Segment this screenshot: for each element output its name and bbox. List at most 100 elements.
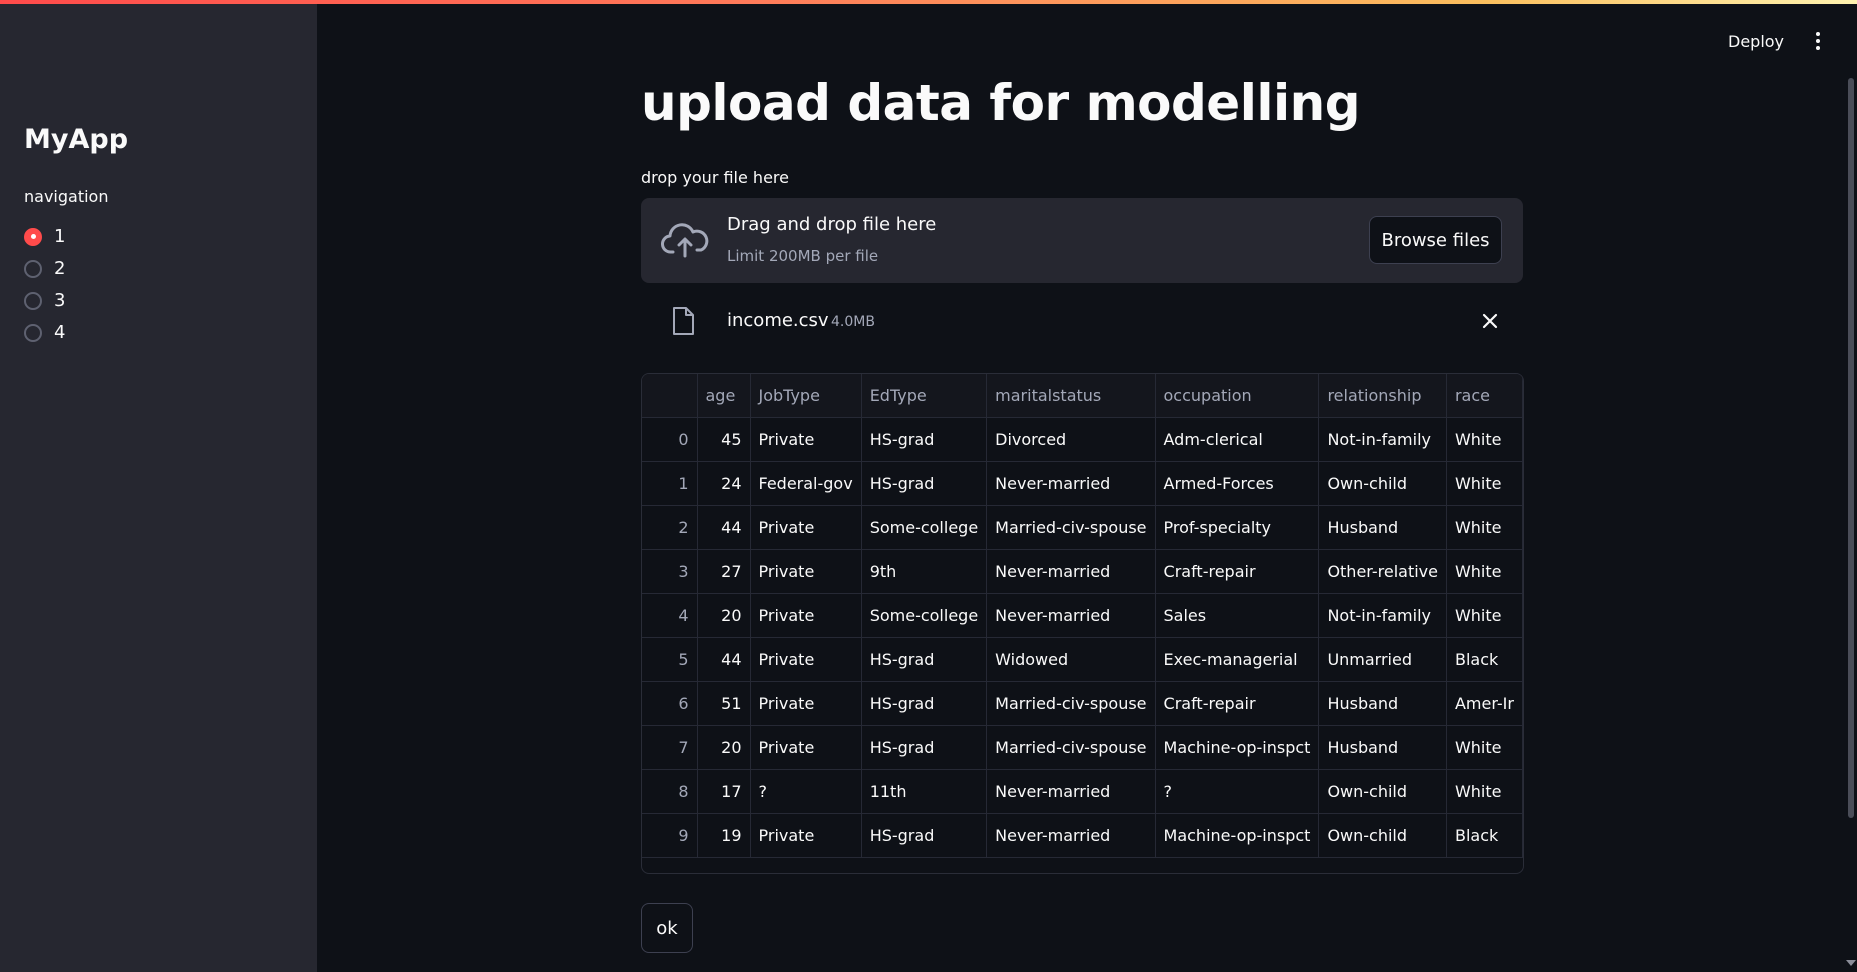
row-index-cell[interactable]: 5 (642, 637, 698, 682)
table-cell[interactable]: White (1445, 417, 1523, 462)
table-cell[interactable]: Adm-clerical (1154, 417, 1320, 462)
row-index-cell[interactable]: 2 (642, 505, 698, 550)
table-cell[interactable]: ? (1154, 769, 1320, 814)
table-row[interactable]: 5 44 Private HS-grad Widowed Exec-managerial U… (642, 637, 1523, 682)
table-cell[interactable]: Sales (1154, 593, 1320, 638)
table-row[interactable]: 0 45 Private HS-grad Divorced Adm-clerical Not… (642, 417, 1523, 462)
table-cell[interactable]: Amer-Ir (1445, 681, 1523, 726)
table-cell[interactable]: Husband (1318, 681, 1447, 726)
table-cell[interactable]: White (1445, 725, 1523, 770)
table-cell[interactable]: Private (749, 417, 862, 462)
table-cell[interactable]: 44 (696, 637, 751, 682)
browse-files-button[interactable]: Browse files (1369, 216, 1502, 264)
table-cell[interactable]: Private (749, 549, 862, 594)
table-row[interactable]: 8 17? 11th Never-married? Own-child White (642, 769, 1523, 814)
table-cell[interactable]: Own-child (1318, 813, 1447, 858)
table-cell[interactable]: Craft-repair (1154, 681, 1320, 726)
kebab-menu-icon[interactable] (1812, 30, 1824, 54)
table-cell[interactable]: HS-grad (860, 637, 988, 682)
table-cell[interactable]: Never-married (986, 769, 1156, 814)
nav-radio-option-4[interactable]: 4 (24, 322, 65, 343)
table-row[interactable]: 4 20 Private Some-college Never-married Sales… (642, 593, 1523, 638)
column-header[interactable]: age (696, 374, 751, 418)
data-table[interactable]: age JobType EdType maritalstatus occupation r… (641, 373, 1524, 874)
table-cell[interactable]: Husband (1318, 505, 1447, 550)
column-header[interactable]: EdType (860, 374, 988, 418)
table-cell[interactable]: Never-married (986, 813, 1156, 858)
file-dropzone[interactable]: Drag and drop file here Limit 200MB per … (641, 198, 1523, 283)
table-cell[interactable]: 24 (696, 461, 751, 506)
row-index-cell[interactable]: 7 (642, 725, 698, 770)
table-cell[interactable]: 20 (696, 725, 751, 770)
table-cell[interactable]: HS-grad (860, 681, 988, 726)
row-index-cell[interactable]: 4 (642, 593, 698, 638)
column-header[interactable]: relationship (1318, 374, 1447, 418)
table-row[interactable]: 9 19 Private HS-grad Never-married Machine-op… (642, 813, 1523, 858)
table-cell[interactable]: Craft-repair (1154, 549, 1320, 594)
table-cell[interactable]: 17 (696, 769, 751, 814)
scroll-down-arrow-icon[interactable] (1846, 960, 1856, 966)
table-cell[interactable]: Divorced (986, 417, 1156, 462)
table-cell[interactable]: 51 (696, 681, 751, 726)
table-cell[interactable]: Black (1445, 637, 1523, 682)
table-cell[interactable]: Some-college (860, 505, 988, 550)
nav-radio-option-1[interactable]: 1 (24, 226, 65, 247)
row-index-cell[interactable]: 6 (642, 681, 698, 726)
table-cell[interactable]: White (1445, 769, 1523, 814)
table-cell[interactable]: 11th (860, 769, 988, 814)
row-index-cell[interactable]: 3 (642, 549, 698, 594)
table-cell[interactable]: Some-college (860, 593, 988, 638)
table-cell[interactable]: Private (749, 681, 862, 726)
table-cell[interactable]: White (1445, 461, 1523, 506)
row-index-cell[interactable]: 8 (642, 769, 698, 814)
table-cell[interactable]: Widowed (986, 637, 1156, 682)
table-cell[interactable]: Machine-op-inspct (1154, 725, 1320, 770)
table-cell[interactable]: 45 (696, 417, 751, 462)
table-cell[interactable]: White (1445, 593, 1523, 638)
table-cell[interactable]: Private (749, 725, 862, 770)
table-cell[interactable]: Other-relative (1318, 549, 1447, 594)
table-cell[interactable]: Black (1445, 813, 1523, 858)
table-cell[interactable]: Machine-op-inspct (1154, 813, 1320, 858)
column-header[interactable] (642, 374, 698, 418)
close-icon[interactable] (1479, 310, 1501, 332)
table-cell[interactable]: White (1445, 505, 1523, 550)
table-cell[interactable]: White (1445, 549, 1523, 594)
column-header[interactable]: JobType (749, 374, 862, 418)
table-cell[interactable]: Husband (1318, 725, 1447, 770)
table-cell[interactable]: Own-child (1318, 461, 1447, 506)
table-row[interactable]: 7 20 Private HS-grad Married-civ-spouse Machi… (642, 725, 1523, 770)
table-row[interactable]: 6 51 Private HS-grad Married-civ-spouse Craft… (642, 681, 1523, 726)
ok-button[interactable]: ok (641, 903, 693, 953)
table-cell[interactable]: Married-civ-spouse (986, 725, 1156, 770)
table-cell[interactable]: Never-married (986, 593, 1156, 638)
table-cell[interactable]: 19 (696, 813, 751, 858)
nav-radio-option-3[interactable]: 3 (24, 290, 65, 311)
table-cell[interactable]: Private (749, 813, 862, 858)
table-cell[interactable]: 44 (696, 505, 751, 550)
table-row[interactable]: 1 24 Federal-gov HS-grad Never-married Armed-… (642, 461, 1523, 506)
deploy-button[interactable]: Deploy (1722, 28, 1790, 56)
row-index-cell[interactable]: 0 (642, 417, 698, 462)
page-scrollbar[interactable] (1848, 78, 1854, 818)
table-cell[interactable]: Private (749, 593, 862, 638)
row-index-cell[interactable]: 1 (642, 461, 698, 506)
table-cell[interactable]: Married-civ-spouse (986, 681, 1156, 726)
table-row[interactable]: 2 44 Private Some-college Married-civ-spouse… (642, 505, 1523, 550)
nav-radio-option-2[interactable]: 2 (24, 258, 65, 279)
table-cell[interactable]: HS-grad (860, 417, 988, 462)
table-cell[interactable]: HS-grad (860, 461, 988, 506)
table-cell[interactable]: HS-grad (860, 725, 988, 770)
table-cell[interactable]: Federal-gov (749, 461, 862, 506)
table-cell[interactable]: ? (749, 769, 862, 814)
table-cell[interactable]: 20 (696, 593, 751, 638)
table-cell[interactable]: 27 (696, 549, 751, 594)
column-header[interactable]: maritalstatus (986, 374, 1156, 418)
table-row[interactable]: 3 27 Private 9th Never-married Craft-repair Ot… (642, 549, 1523, 594)
table-cell[interactable]: Never-married (986, 461, 1156, 506)
table-cell[interactable]: Not-in-family (1318, 593, 1447, 638)
column-header[interactable]: race (1445, 374, 1523, 418)
row-index-cell[interactable]: 9 (642, 813, 698, 858)
column-header[interactable]: occupation (1154, 374, 1320, 418)
table-cell[interactable]: Prof-specialty (1154, 505, 1320, 550)
